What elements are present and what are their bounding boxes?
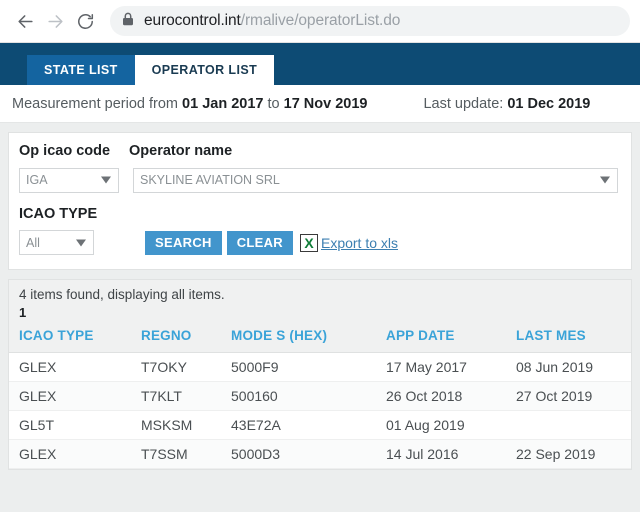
cell-mode-s: 43E72A <box>231 410 386 440</box>
table-row[interactable]: GL5T MSKSM 43E72A 01 Aug 2019 <box>9 410 631 440</box>
address-bar[interactable]: eurocontrol.int/rmalive/operatorList.do <box>110 6 630 36</box>
column-header-app-date[interactable]: APP DATE <box>386 324 516 353</box>
last-update-text: Last update: 01 Dec 2019 <box>423 96 590 112</box>
cell-last-mes: 22 Sep 2019 <box>516 439 631 469</box>
url-text: eurocontrol.int/rmalive/operatorList.do <box>144 12 400 30</box>
measurement-period-bar: Measurement period from 01 Jan 2017 to 1… <box>0 85 640 123</box>
results-table: ICAO TYPE REGNO MODE S (HEX) APP DATE LA… <box>9 324 631 469</box>
update-date: 01 Dec 2019 <box>507 95 591 112</box>
cell-app-date: 01 Aug 2019 <box>386 410 516 440</box>
cell-last-mes <box>516 410 631 440</box>
field-input-row: IGA SKYLINE AVIATION SRL <box>19 167 621 193</box>
tab-operator-list[interactable]: OPERATOR LIST <box>134 55 275 85</box>
action-row: All SEARCH CLEAR X Export to xls <box>19 230 621 255</box>
cell-regno: T7KLT <box>141 381 231 411</box>
items-found-text: 4 items found, displaying all items. <box>9 280 631 305</box>
table-header-row: ICAO TYPE REGNO MODE S (HEX) APP DATE LA… <box>9 324 631 353</box>
update-prefix: Last update: <box>423 95 508 112</box>
tab-bar: STATE LIST OPERATOR LIST <box>0 43 640 85</box>
results-panel: 4 items found, displaying all items. 1 I… <box>8 279 632 470</box>
op-icao-code-select[interactable]: IGA <box>19 167 119 193</box>
arrow-left-icon <box>16 12 35 31</box>
url-path: /rmalive/operatorList.do <box>240 12 401 29</box>
cell-regno: T7OKY <box>141 352 231 382</box>
column-header-last-mes[interactable]: LAST MES <box>516 324 631 353</box>
cell-regno: T7SSM <box>141 439 231 469</box>
cell-icao-type: GLEX <box>9 352 141 382</box>
table-row[interactable]: GLEX T7KLT 500160 26 Oct 2018 27 Oct 201… <box>9 381 631 411</box>
cell-app-date: 14 Jul 2016 <box>386 439 516 469</box>
reload-button[interactable] <box>70 6 100 36</box>
tab-state-list[interactable]: STATE LIST <box>27 55 135 85</box>
cell-icao-type: GL5T <box>9 410 141 440</box>
clear-button[interactable]: CLEAR <box>226 230 293 255</box>
operator-name-select[interactable]: SKYLINE AVIATION SRL <box>133 167 618 193</box>
forward-button[interactable] <box>40 6 70 36</box>
export-to-xls-link[interactable]: Export to xls <box>321 235 398 251</box>
label-operator-name: Operator name <box>129 143 233 159</box>
icao-type-select[interactable]: All <box>19 230 94 255</box>
cell-regno: MSKSM <box>141 410 231 440</box>
period-from: 01 Jan 2017 <box>182 95 264 112</box>
period-to: 17 Nov 2019 <box>283 95 368 112</box>
search-button[interactable]: SEARCH <box>145 230 222 255</box>
results-table-body: GLEX T7OKY 5000F9 17 May 2017 08 Jun 201… <box>9 352 631 469</box>
cell-last-mes: 08 Jun 2019 <box>516 352 631 382</box>
measurement-period-text: Measurement period from 01 Jan 2017 to 1… <box>12 96 367 112</box>
cell-icao-type: GLEX <box>9 381 141 411</box>
icao-type-select-wrap: All <box>19 230 94 255</box>
cell-icao-type: GLEX <box>9 439 141 469</box>
operator-name-select-wrap: SKYLINE AVIATION SRL <box>119 167 618 193</box>
table-row[interactable]: GLEX T7OKY 5000F9 17 May 2017 08 Jun 201… <box>9 352 631 382</box>
results-table-head: ICAO TYPE REGNO MODE S (HEX) APP DATE LA… <box>9 324 631 353</box>
back-button[interactable] <box>10 6 40 36</box>
reload-icon <box>76 12 95 31</box>
period-middle: to <box>263 95 284 112</box>
url-host: eurocontrol.int <box>144 12 241 29</box>
label-icao-type: ICAO TYPE <box>19 205 98 222</box>
browser-toolbar: eurocontrol.int/rmalive/operatorList.do <box>0 0 640 43</box>
cell-mode-s: 5000F9 <box>231 352 386 382</box>
cell-app-date: 17 May 2017 <box>386 352 516 382</box>
excel-icon[interactable]: X <box>299 233 318 252</box>
period-prefix: Measurement period from <box>12 95 183 112</box>
column-header-regno[interactable]: REGNO <box>141 324 231 353</box>
cell-mode-s: 500160 <box>231 381 386 411</box>
column-header-mode-s-hex[interactable]: MODE S (HEX) <box>231 324 386 353</box>
pagination-page-1[interactable]: 1 <box>9 305 631 324</box>
table-row[interactable]: GLEX T7SSM 5000D3 14 Jul 2016 22 Sep 201… <box>9 439 631 469</box>
field-label-row: Op icao code Operator name <box>19 144 621 159</box>
cell-app-date: 26 Oct 2018 <box>386 381 516 411</box>
column-header-icao-type[interactable]: ICAO TYPE <box>9 324 141 353</box>
cell-last-mes: 27 Oct 2019 <box>516 381 631 411</box>
page-content: STATE LIST OPERATOR LIST Measurement per… <box>0 43 640 512</box>
cell-mode-s: 5000D3 <box>231 439 386 469</box>
lock-icon <box>122 12 134 31</box>
search-panel: Op icao code Operator name IGA SKYLINE A… <box>8 132 632 270</box>
arrow-right-icon <box>46 12 65 31</box>
label-op-icao-code: Op icao code <box>19 143 111 159</box>
op-icao-select-wrap: IGA <box>19 167 119 193</box>
